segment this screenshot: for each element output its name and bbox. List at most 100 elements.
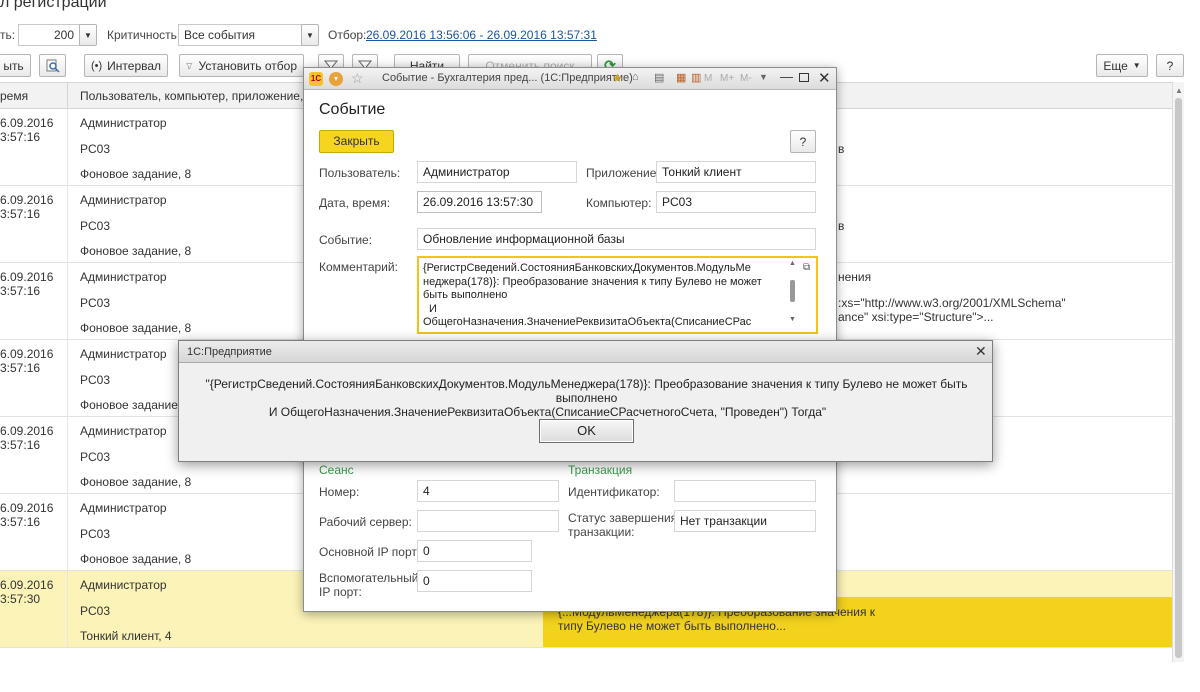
maximize-icon[interactable] <box>799 73 809 82</box>
table-scrollbar[interactable]: ▲ <box>1172 82 1184 662</box>
message-box-title: 1С:Предприятие <box>187 346 272 358</box>
menu-icon[interactable]: ▾ <box>329 72 343 86</box>
event-value: Обновление информационной базы <box>423 232 625 246</box>
row-app: Фоновое задание, 8 <box>80 167 192 181</box>
event-window-titlebar[interactable]: 1С ▾ ☆ Событие - Бухгалтерия пред... (1С… <box>304 68 836 90</box>
user-field[interactable]: Администратор <box>417 161 577 183</box>
row-user: Администратор <box>80 270 167 284</box>
row-app: Фоновое задание, 8 <box>80 475 192 489</box>
column-divider <box>67 571 68 648</box>
id-label: Идентификатор: <box>568 485 660 499</box>
row-detail-1: в <box>838 142 845 156</box>
open-button-label: ыть <box>3 58 24 73</box>
close-icon[interactable]: ✕ <box>818 69 831 87</box>
selection-link[interactable]: 26.09.2016 13:56:06 - 26.09.2016 13:57:3… <box>366 28 597 42</box>
memory-m-button[interactable]: M <box>704 73 712 84</box>
row-computer: PC03 <box>80 296 111 310</box>
calendar-icon[interactable]: ▥ <box>691 71 701 84</box>
interval-button[interactable]: (•) Интервал <box>84 54 168 77</box>
column-divider <box>67 263 68 340</box>
message-box-titlebar[interactable]: 1С:Предприятие ✕ <box>179 341 992 363</box>
count-value: 200 <box>53 28 74 42</box>
row-computer: PC03 <box>80 219 111 233</box>
close-button[interactable]: Закрыть <box>319 130 394 153</box>
close-icon[interactable]: ✕ <box>975 343 987 360</box>
row-app: Фоновое задание, 8 <box>80 321 192 335</box>
app-label: Приложение: <box>586 166 660 180</box>
link-icon[interactable]: ⌂ <box>632 71 639 83</box>
row-time: 3:57:16 <box>0 130 41 144</box>
id-field[interactable] <box>674 480 816 502</box>
favorite-star-icon[interactable]: ☆ <box>351 70 364 87</box>
chevron-down-icon: ▼ <box>306 30 314 40</box>
comment-line: {РегистрСведений.СостоянияБанковскихДоку… <box>423 262 751 274</box>
close-button-label: Закрыть <box>333 134 380 148</box>
scrollbar-thumb[interactable] <box>1175 98 1182 658</box>
row-date: 6.09.2016 <box>0 116 54 130</box>
message-line-1: "{РегистрСведений.СостоянияБанковскихДок… <box>205 377 968 405</box>
comment-scroll-thumb[interactable] <box>790 280 795 302</box>
minimize-icon[interactable]: — <box>780 69 793 84</box>
scroll-up-arrow-icon[interactable]: ▲ <box>789 260 796 267</box>
severity-dropdown-button[interactable]: ▼ <box>301 24 319 46</box>
number-field[interactable]: 4 <box>417 480 559 502</box>
datetime-field[interactable]: 26.09.2016 13:57:30 <box>417 191 542 213</box>
event-field[interactable]: Обновление информационной базы <box>417 228 816 250</box>
print-icon[interactable]: ▤ <box>654 71 664 84</box>
scroll-down-arrow-icon[interactable]: ▼ <box>789 316 796 323</box>
aux-port-value: 0 <box>423 574 430 588</box>
open-editor-icon[interactable]: ⧉ <box>803 262 810 273</box>
more-button-label: Еще <box>1103 58 1128 73</box>
comment-label: Комментарий: <box>319 260 398 274</box>
memory-plus-button[interactable]: M+ <box>720 73 734 84</box>
preview-button[interactable] <box>39 54 66 77</box>
window-menu-icon[interactable]: ▼ <box>759 72 768 82</box>
column-divider <box>67 340 68 417</box>
status-field[interactable]: Нет транзакции <box>674 510 816 532</box>
memory-minus-button[interactable]: M- <box>740 73 752 84</box>
column-divider <box>67 417 68 494</box>
app-value: Тонкий клиент <box>662 165 742 179</box>
row-date: 6.09.2016 <box>0 193 54 207</box>
count-input[interactable]: 200 <box>18 24 80 46</box>
column-header-user[interactable]: Пользователь, компьютер, приложение, с <box>80 89 313 103</box>
count-dropdown-button[interactable]: ▼ <box>79 24 97 46</box>
ok-button[interactable]: OK <box>539 419 634 443</box>
message-text: "{РегистрСведений.СостоянияБанковскихДок… <box>189 377 984 419</box>
row-detail-2: :xs="http://www.w3.org/2001/XMLSchema" <box>838 296 1066 310</box>
row-time: 3:57:16 <box>0 284 41 298</box>
row-user: Администратор <box>80 578 167 592</box>
row-time: 3:57:16 <box>0 515 41 529</box>
status-value: Нет транзакции <box>680 514 767 528</box>
page-title: л регистрации <box>0 0 107 11</box>
comment-field[interactable]: {РегистрСведений.СостоянияБанковскихДоку… <box>417 256 818 334</box>
server-field[interactable] <box>417 510 559 532</box>
set-filter-button[interactable]: Установить отбор <box>179 54 304 77</box>
column-header-time[interactable]: ремя <box>0 89 28 103</box>
row-computer: PC03 <box>80 450 111 464</box>
severity-label: Критичность: <box>107 28 181 42</box>
comment-line: ОбщегоНазначения.ЗначениеРеквизитаОбъект… <box>423 316 752 328</box>
row-detail-3: ance" xsi:type="Structure">... <box>838 310 994 324</box>
app-field[interactable]: Тонкий клиент <box>656 161 816 183</box>
session-heading: Сеанс <box>319 463 354 477</box>
open-button[interactable]: ыть <box>0 54 31 77</box>
severity-select[interactable]: Все события <box>178 24 302 46</box>
status-label-line2: транзакции: <box>568 525 635 539</box>
comment-scrollbar[interactable]: ▲ ▼ <box>789 260 797 330</box>
aux-port-field[interactable]: 0 <box>417 570 532 592</box>
more-button[interactable]: Еще ▼ <box>1096 54 1148 77</box>
add-favorite-icon[interactable]: ★ <box>612 71 623 85</box>
calculator-icon[interactable]: ▦ <box>676 71 686 84</box>
row-divider <box>0 647 1172 648</box>
scroll-up-arrow-icon[interactable]: ▲ <box>1175 86 1183 95</box>
help-button[interactable]: ? <box>1156 54 1184 77</box>
event-window-title: Событие - Бухгалтерия пред... (1С:Предпр… <box>382 72 633 84</box>
aux-port-label-line2: IP порт: <box>319 585 362 599</box>
row-detail-1: в <box>838 219 845 233</box>
event-label: Событие: <box>319 233 373 247</box>
event-help-button[interactable]: ? <box>790 130 816 153</box>
computer-field[interactable]: PC03 <box>656 191 816 213</box>
user-label: Пользователь: <box>319 166 401 180</box>
main-port-field[interactable]: 0 <box>417 540 532 562</box>
